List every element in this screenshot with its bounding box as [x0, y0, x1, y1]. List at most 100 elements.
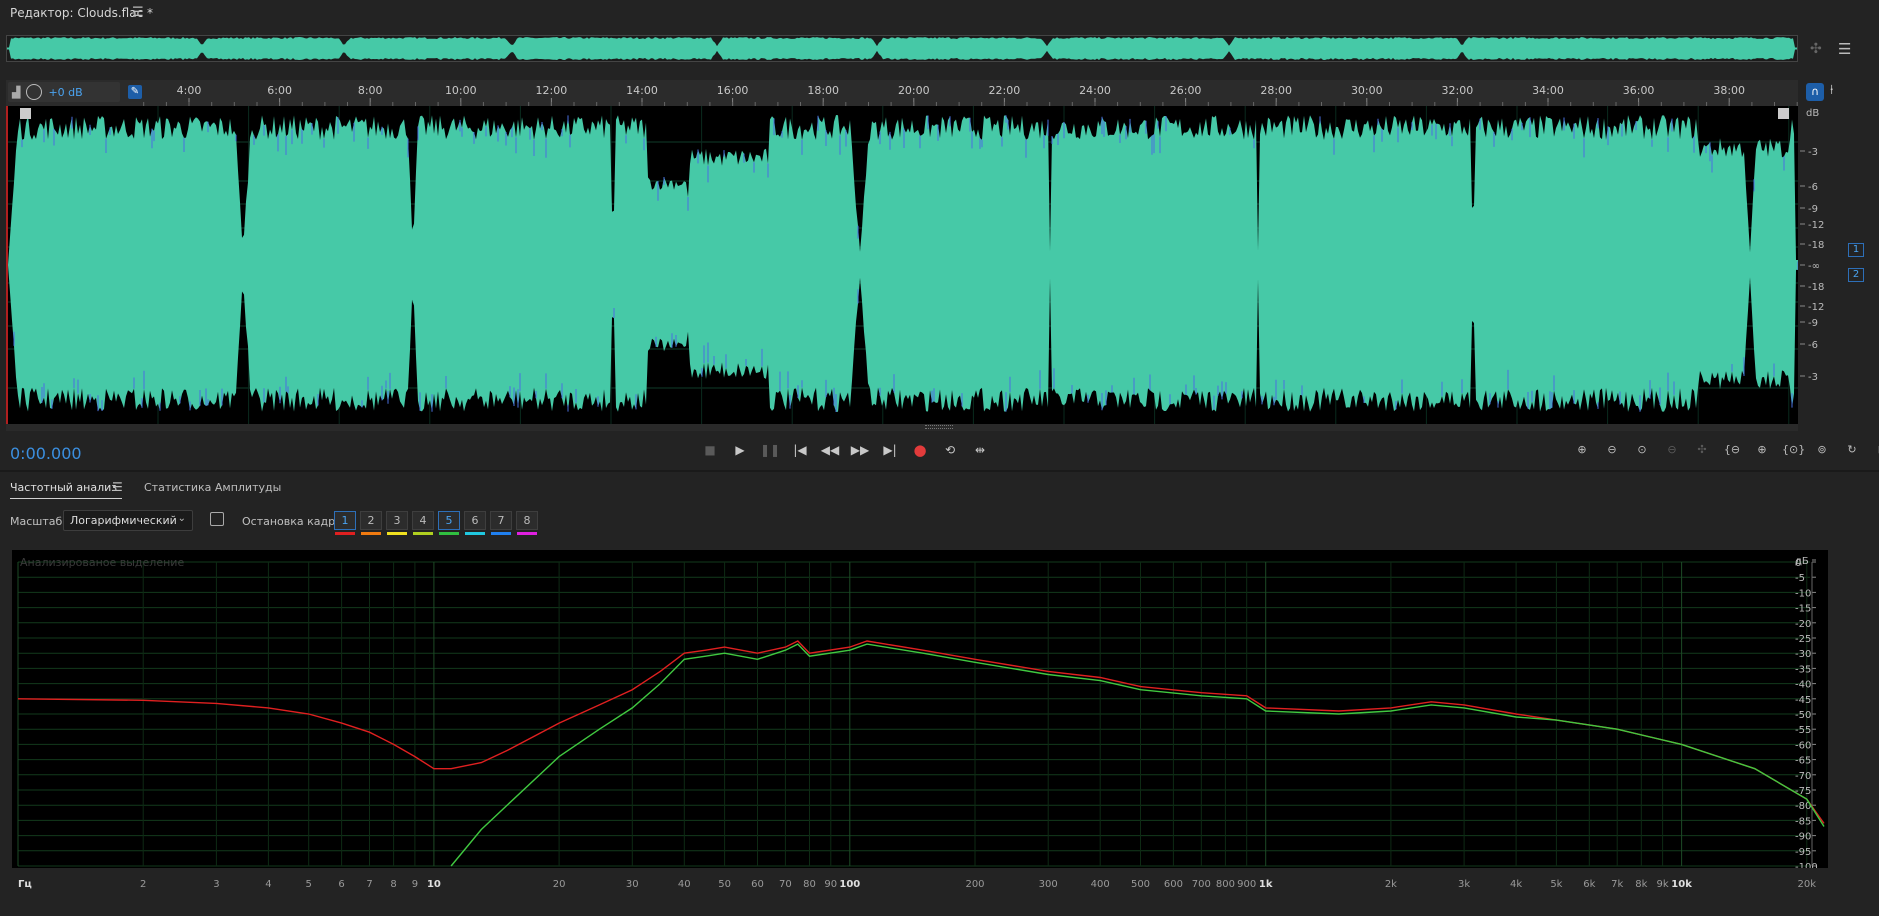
- amplitude-tick-label: -9: [1808, 204, 1818, 215]
- ruler-tick-label: 30:00: [1351, 84, 1383, 97]
- spectrum-y-tick-label: -20: [1795, 619, 1811, 630]
- headphones-icon[interactable]: ∩: [1806, 83, 1824, 101]
- frame-hold-button-3[interactable]: 3: [386, 511, 408, 535]
- spectrum-series-2: [450, 643, 1825, 867]
- go-to-start-icon[interactable]: |◀: [790, 440, 810, 460]
- frame-hold-color-1: [335, 532, 355, 535]
- loop-icon[interactable]: ⟲: [940, 440, 960, 460]
- zoom-selection-icon[interactable]: ⊖: [1662, 440, 1682, 460]
- frame-hold-button-4[interactable]: 4: [412, 511, 434, 535]
- hamburger-icon[interactable]: ☰: [112, 480, 123, 494]
- frame-hold-button-5[interactable]: 5: [438, 511, 460, 535]
- frequency-tick-label: 6k: [1583, 879, 1595, 890]
- record-icon[interactable]: ●: [910, 440, 930, 460]
- frequency-tick-label: 40: [678, 879, 691, 890]
- channel-1-button[interactable]: 1: [1848, 243, 1864, 257]
- time-ruler[interactable]: 4:00 6:00 8:00 10:00 12:00 14:00 16:00 18:00 20:…: [6, 80, 1798, 106]
- hud[interactable]: ▟ +0 dB: [8, 82, 120, 102]
- spectrum-y-tick-label: -90: [1795, 832, 1811, 843]
- amplitude-tick-label: -18: [1808, 282, 1824, 293]
- zoom-in-amplitude-icon[interactable]: ⊕: [1572, 440, 1592, 460]
- frame-hold-button-6[interactable]: 6: [464, 511, 486, 535]
- frequency-tick-label: 60: [751, 879, 764, 890]
- frequency-tick-label: 50: [718, 879, 731, 890]
- transport-controls: ■ ▶ ❚❚ |◀ ◀◀ ▶▶ ▶| ● ⟲ ⇹: [700, 440, 990, 460]
- frequency-tick-label: 3k: [1458, 879, 1470, 890]
- copy-icon[interactable]: [210, 512, 224, 526]
- frequency-tick-label: 900: [1237, 879, 1256, 890]
- spectrum-y-tick-label: 0: [1795, 558, 1801, 569]
- fast-forward-icon[interactable]: ▶▶: [850, 440, 870, 460]
- frequency-tick-label: 8: [390, 879, 396, 890]
- amplitude-unit-label: dB: [1806, 108, 1819, 119]
- frequency-tick-label: 6: [338, 879, 344, 890]
- frequency-spectrum-chart[interactable]: дБ 0 -5 -10 -15 -20 -25 -30 -35 -40 -45 -50 -55 -60 -6…: [12, 550, 1828, 868]
- skip-selection-icon[interactable]: ⇹: [970, 440, 990, 460]
- ruler-tick-label: 24:00: [1079, 84, 1111, 97]
- frequency-tick-label: 5k: [1550, 879, 1562, 890]
- frame-hold-label-8: 8: [523, 514, 531, 527]
- fade-in-handle: [20, 108, 31, 119]
- frequency-tick-label: 7: [366, 879, 372, 890]
- ruler-tick-label: 38:00: [1713, 84, 1745, 97]
- frequency-axis: Гц 2 3 4 5 6 7 8 9 10 20 30 40 50 60 70 80 90 100 200 300 400…: [0, 872, 1879, 892]
- amplitude-tick-label: -3: [1808, 147, 1818, 158]
- spectrum-y-tick-label: -55: [1795, 725, 1811, 736]
- zoom-selection-2-icon[interactable]: ⊚: [1812, 440, 1832, 460]
- resize-grip[interactable]: [925, 425, 953, 429]
- zoom-out-full-icon[interactable]: ✣: [1810, 41, 1822, 57]
- tab-frequency-analysis[interactable]: Частотный анализ: [10, 481, 117, 494]
- stop-icon[interactable]: ■: [700, 440, 720, 460]
- zoom-in-time-icon[interactable]: ✣: [1692, 440, 1712, 460]
- spectrum-y-tick-label: -25: [1795, 634, 1811, 645]
- waveform-display[interactable]: [6, 106, 1798, 424]
- zoom-in-start-icon[interactable]: ↻: [1842, 440, 1862, 460]
- hamburger-icon[interactable]: ☰: [132, 5, 144, 20]
- zoom-in-time-2-icon[interactable]: ⊕: [1752, 440, 1772, 460]
- pause-icon[interactable]: ❚❚: [760, 440, 780, 460]
- pin-icon[interactable]: ✎: [128, 85, 142, 99]
- scale-select[interactable]: Логарифмический ⌄: [63, 510, 193, 531]
- frame-hold-color-4: [413, 532, 433, 535]
- zoom-controls: ⊕ ⊖ ⊙ ⊖ ✣ {⊖ ⊕ {⊙} ⊚ ↻ ⊡: [1572, 440, 1879, 460]
- play-icon[interactable]: ▶: [730, 440, 750, 460]
- frequency-tick-label: 90: [824, 879, 837, 890]
- channel-2-button[interactable]: 2: [1848, 268, 1864, 282]
- panel-layout-icon[interactable]: ☰: [1838, 40, 1851, 58]
- marker-icon[interactable]: ⍿: [1830, 83, 1833, 98]
- waveform-svg: [8, 106, 1798, 424]
- go-to-end-icon[interactable]: ▶|: [880, 440, 900, 460]
- rewind-icon[interactable]: ◀◀: [820, 440, 840, 460]
- zoom-out-full-icon[interactable]: {⊙}: [1782, 440, 1805, 460]
- frame-hold-color-3: [387, 532, 407, 535]
- volume-knob-icon[interactable]: [26, 84, 43, 100]
- frequency-tick-label: 4: [265, 879, 271, 890]
- frequency-tick-label: 20: [553, 879, 566, 890]
- spectrum-y-tick-label: -95: [1795, 847, 1811, 858]
- amplitude-tick-label: -3: [1808, 372, 1818, 383]
- volume-value[interactable]: +0 dB: [48, 86, 82, 99]
- zoom-in-end-icon[interactable]: ⊡: [1872, 440, 1879, 460]
- zoom-out-time-icon[interactable]: {⊖: [1722, 440, 1742, 460]
- zoom-reset-amplitude-icon[interactable]: ⊙: [1632, 440, 1652, 460]
- frame-hold-button-2[interactable]: 2: [360, 511, 382, 535]
- zoom-out-amplitude-icon[interactable]: ⊖: [1602, 440, 1622, 460]
- frequency-tick-label: 10k: [1671, 879, 1692, 890]
- tab-amplitude-statistics[interactable]: Статистика Амплитуды: [144, 481, 281, 494]
- frequency-tick-label: 500: [1131, 879, 1150, 890]
- frame-hold-label-1: 1: [341, 514, 349, 527]
- frame-hold-button-8[interactable]: 8: [516, 511, 538, 535]
- spectrum-y-tick-label: -15: [1795, 604, 1811, 615]
- frame-hold-buttons: 1 2 3 4 5 6 7 8: [334, 511, 538, 535]
- frequency-tick-label: 7k: [1611, 879, 1623, 890]
- horizontal-scrollbar[interactable]: [6, 424, 1798, 431]
- overview-waveform-path: [7, 37, 1797, 60]
- overview-waveform[interactable]: [6, 35, 1798, 62]
- frame-hold-button-7[interactable]: 7: [490, 511, 512, 535]
- panel-separator: [0, 470, 1879, 472]
- amplitude-tick-label: -12: [1808, 220, 1824, 231]
- frame-hold-button-1[interactable]: 1: [334, 511, 356, 535]
- frequency-tick-label: Гц: [18, 879, 32, 890]
- current-time[interactable]: 0:00.000: [10, 444, 82, 463]
- frequency-tick-label: 8k: [1635, 879, 1647, 890]
